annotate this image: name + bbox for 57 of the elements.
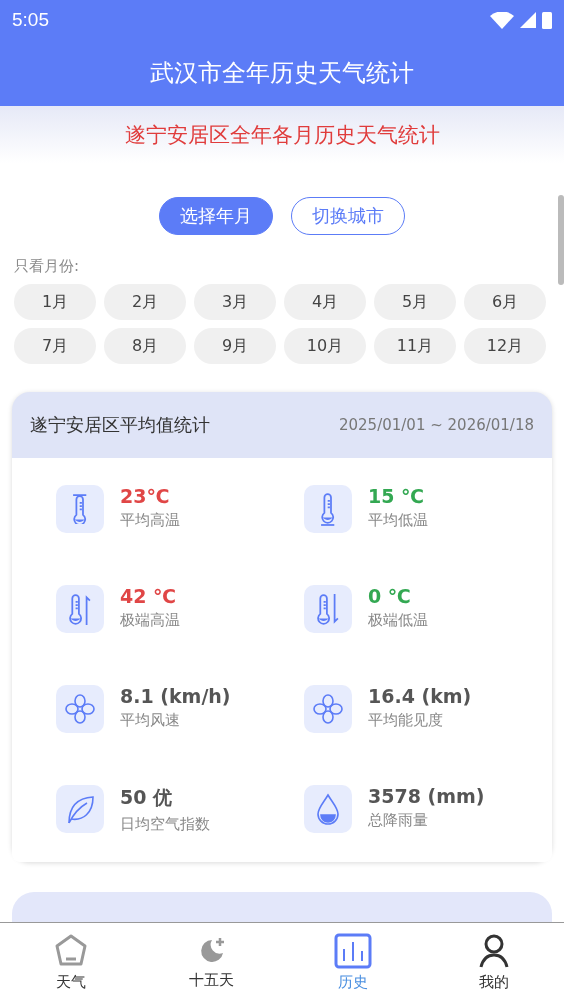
month-chip[interactable]: 5月 bbox=[374, 284, 456, 320]
stat-label: 平均低温 bbox=[368, 511, 428, 530]
water-drop-icon bbox=[315, 793, 341, 825]
thermometer-icon bbox=[72, 493, 88, 525]
stat-value: 23℃ bbox=[120, 485, 171, 507]
nav-tab[interactable]: 十五天 bbox=[141, 923, 282, 1002]
month-chip[interactable]: 8月 bbox=[104, 328, 186, 364]
stat-label: 极端低温 bbox=[368, 611, 428, 630]
filter-label: 只看月份: bbox=[14, 257, 80, 276]
month-chip[interactable]: 12月 bbox=[464, 328, 546, 364]
fan-icon bbox=[64, 693, 96, 725]
card-title: 遂宁安居区平均值统计 bbox=[30, 413, 210, 437]
thermometer-icon bbox=[320, 491, 336, 527]
month-chip[interactable]: 3月 bbox=[194, 284, 276, 320]
nav-tab[interactable]: 我的 bbox=[423, 923, 564, 1002]
user-icon bbox=[477, 933, 510, 969]
nav-label: 我的 bbox=[478, 973, 509, 992]
action-button[interactable]: 切换城市 bbox=[291, 197, 405, 235]
page-title: 武汉市全年历史天气统计 bbox=[149, 58, 415, 89]
month-chip[interactable]: 7月 bbox=[14, 328, 96, 364]
action-button[interactable]: 选择年月 bbox=[159, 197, 273, 235]
wifi-icon bbox=[490, 11, 514, 29]
bar-chart-icon bbox=[333, 933, 372, 969]
stat-value: 50 优 bbox=[120, 785, 174, 810]
stat-label: 日均空气指数 bbox=[120, 815, 210, 834]
stat-label: 平均高温 bbox=[120, 511, 180, 530]
nav-tab[interactable]: 历史 bbox=[282, 923, 423, 1002]
stat-label: 极端高温 bbox=[120, 611, 180, 630]
stat-label: 总降雨量 bbox=[368, 811, 429, 830]
date-range: 2025/01/01 ~ 2026/01/18 bbox=[339, 416, 534, 434]
month-chip[interactable]: 6月 bbox=[464, 284, 546, 320]
battery-icon bbox=[542, 11, 552, 29]
stat-value: 3578 (mm) bbox=[368, 785, 485, 807]
nav-tab[interactable]: 天气 bbox=[0, 923, 141, 1002]
thermometer-icon bbox=[69, 592, 91, 626]
month-chip[interactable]: 4月 bbox=[284, 284, 366, 320]
thermometer-icon bbox=[317, 592, 339, 626]
month-chip[interactable]: 2月 bbox=[104, 284, 186, 320]
nav-label: 历史 bbox=[337, 973, 368, 992]
month-chip[interactable]: 10月 bbox=[284, 328, 366, 364]
stat-value: 42 ℃ bbox=[120, 585, 178, 607]
leaf-icon bbox=[65, 793, 95, 825]
banner-title: 遂宁安居区全年各月历史天气统计 bbox=[124, 121, 440, 149]
nav-label: 天气 bbox=[55, 973, 86, 992]
month-chip[interactable]: 11月 bbox=[374, 328, 456, 364]
stat-label: 平均能见度 bbox=[368, 711, 444, 730]
nav-label: 十五天 bbox=[189, 971, 234, 990]
stat-value: 16.4 (km) bbox=[368, 685, 472, 707]
signal-icon bbox=[520, 12, 536, 28]
status-time: 5:05 bbox=[12, 9, 49, 31]
month-chip[interactable]: 1月 bbox=[14, 284, 96, 320]
fan-icon bbox=[312, 693, 344, 725]
stat-label: 平均风速 bbox=[120, 711, 181, 730]
stat-value: 8.1 (km/h) bbox=[120, 685, 231, 707]
stat-value: 15 ℃ bbox=[368, 485, 426, 507]
stat-value: 0 ℃ bbox=[368, 585, 412, 607]
month-chip[interactable]: 9月 bbox=[194, 328, 276, 364]
